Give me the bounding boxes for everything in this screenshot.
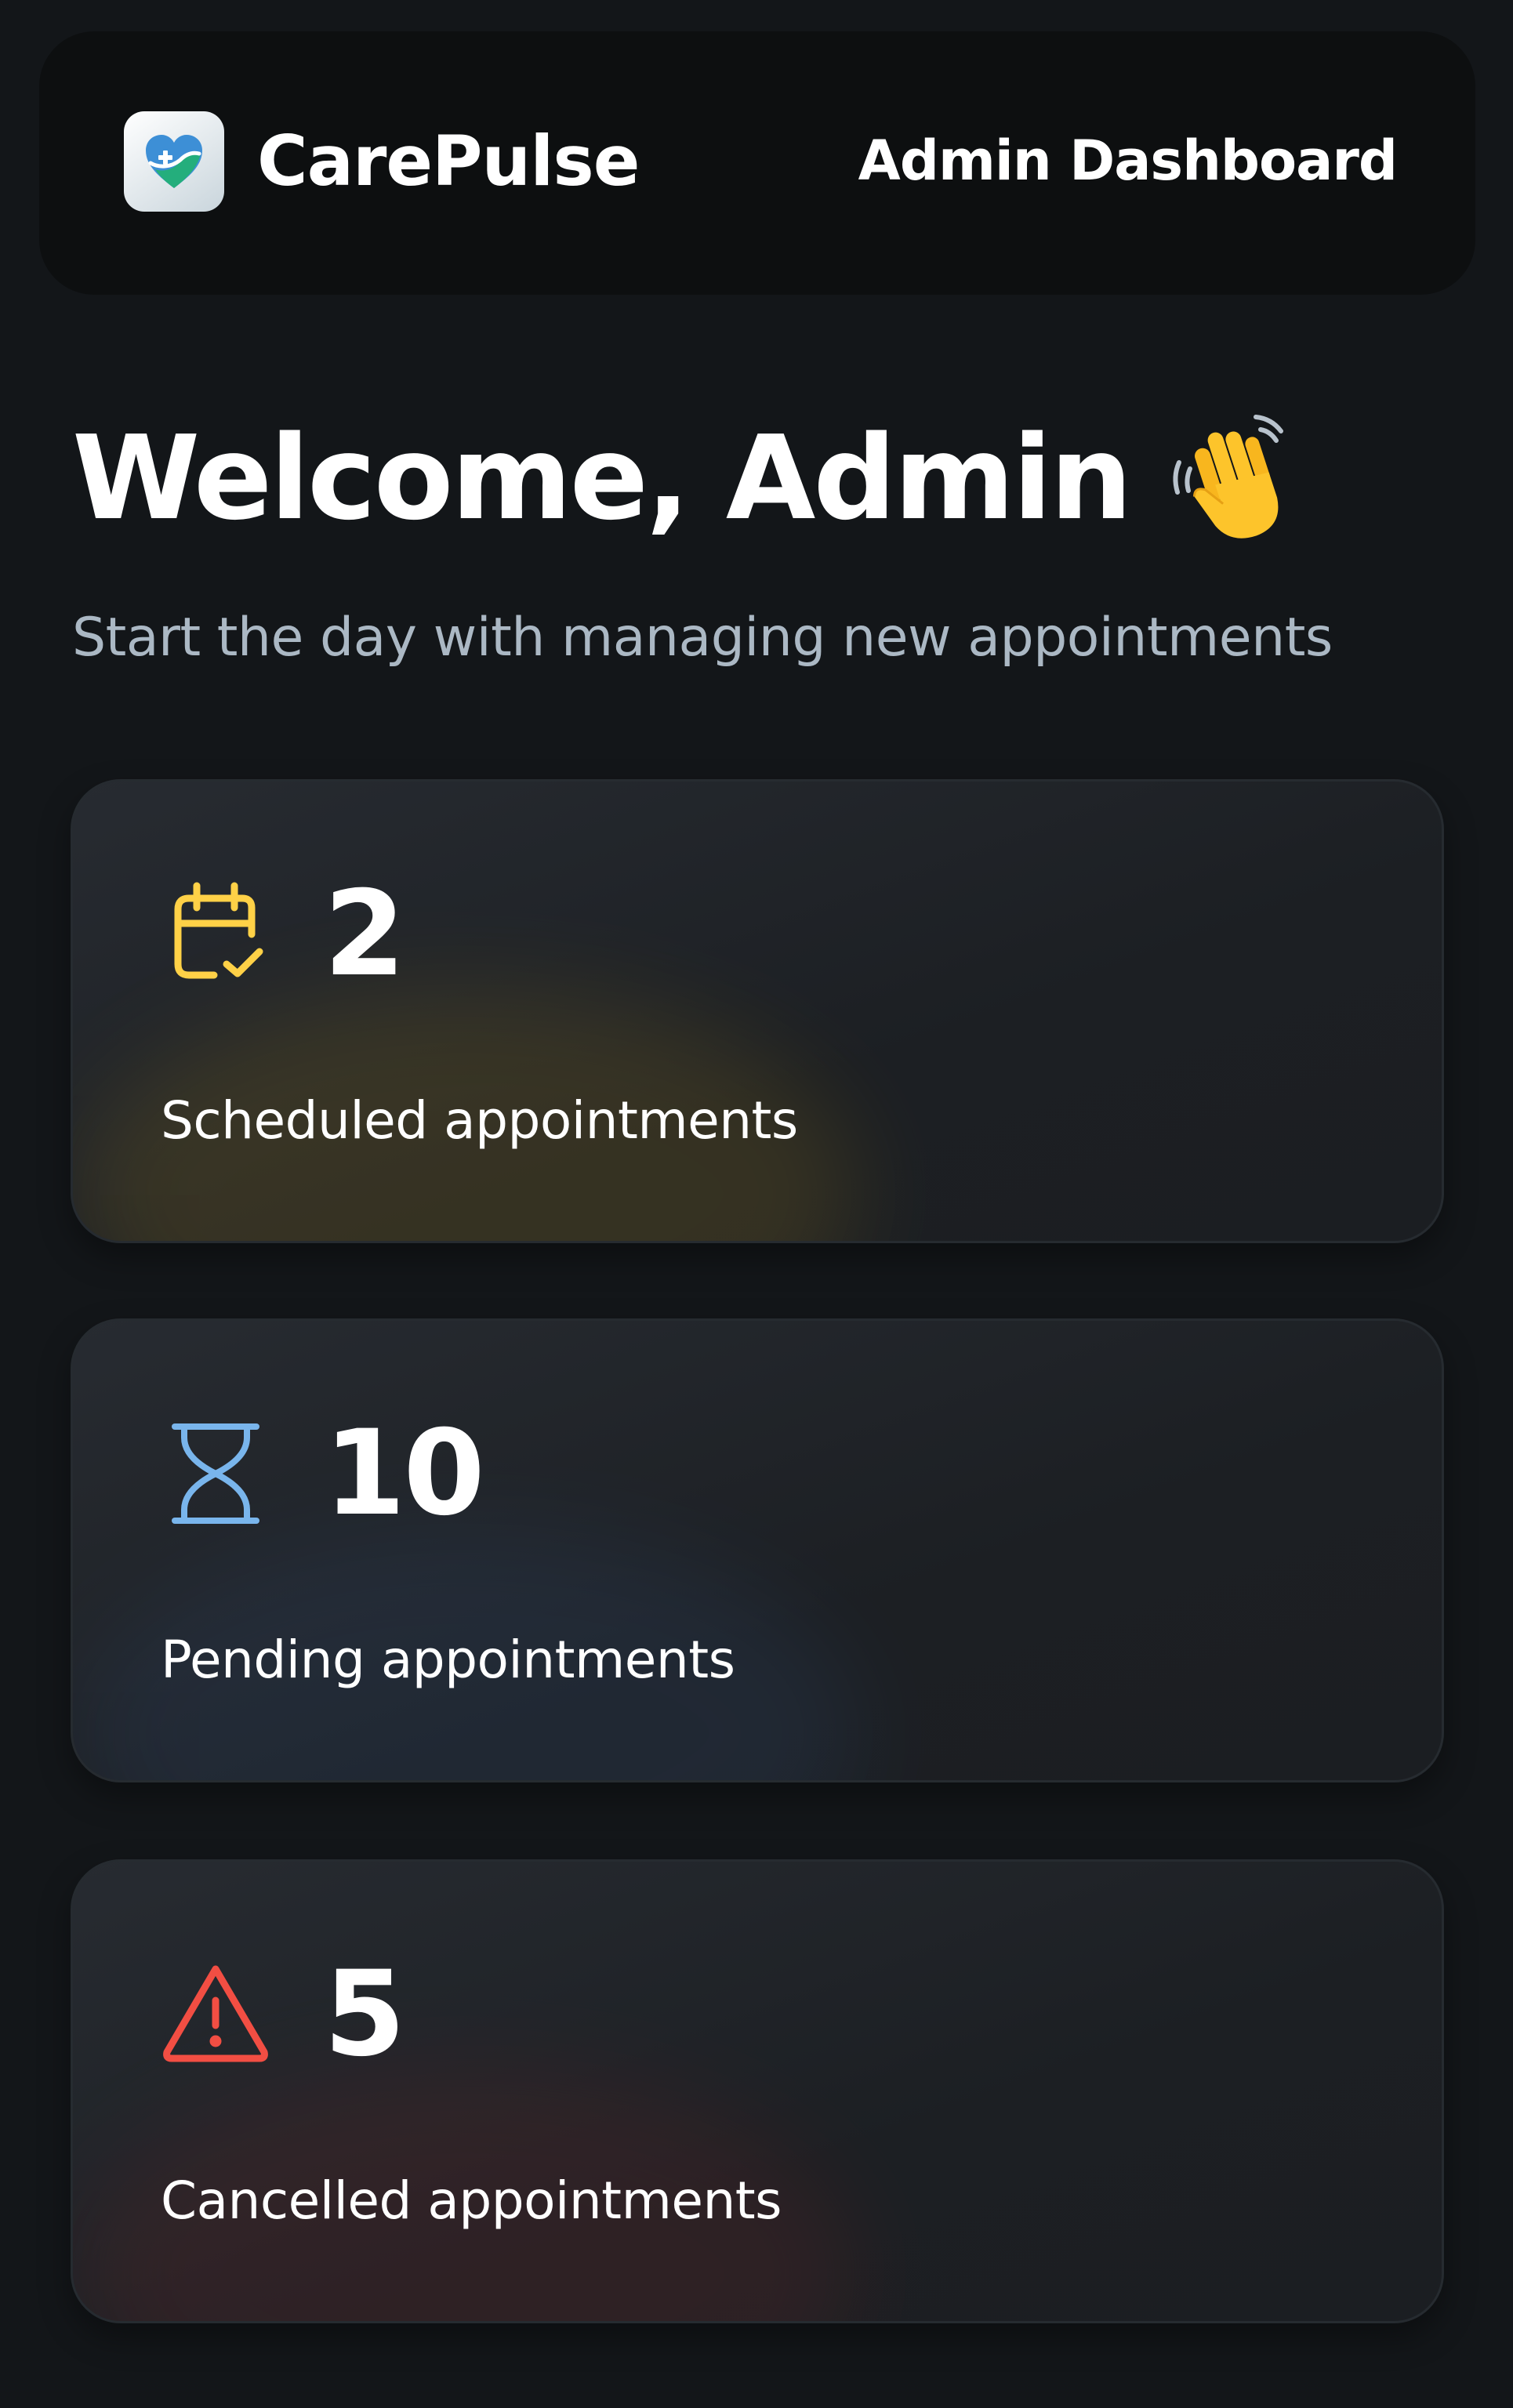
header-title: Admin Dashboard	[858, 129, 1398, 193]
waving-hand-icon	[1162, 408, 1303, 549]
stat-card-cancelled: 5 Cancelled appointments	[71, 1859, 1444, 2323]
pending-count: 10	[324, 1405, 485, 1542]
calendar-check-icon	[161, 879, 270, 989]
pending-label: Pending appointments	[161, 1630, 735, 1690]
scheduled-count: 2	[324, 866, 405, 1003]
welcome-heading: Welcome, Admin	[72, 408, 1303, 549]
cancelled-label: Cancelled appointments	[161, 2170, 782, 2231]
brand[interactable]: CarePulse	[124, 111, 640, 212]
app-header: CarePulse Admin Dashboard	[39, 31, 1475, 295]
scheduled-label: Scheduled appointments	[161, 1090, 798, 1151]
carepulse-logo-icon	[124, 111, 224, 212]
brand-name: CarePulse	[257, 121, 640, 201]
stat-card-pending: 10 Pending appointments	[71, 1318, 1444, 1782]
page-title: Welcome, Admin	[72, 411, 1133, 546]
page-subtitle: Start the day with managing new appointm…	[72, 607, 1333, 669]
hourglass-icon	[161, 1419, 270, 1529]
warning-icon	[161, 1960, 270, 2069]
stat-card-scheduled: 2 Scheduled appointments	[71, 779, 1444, 1243]
cancelled-count: 5	[324, 1946, 405, 2083]
